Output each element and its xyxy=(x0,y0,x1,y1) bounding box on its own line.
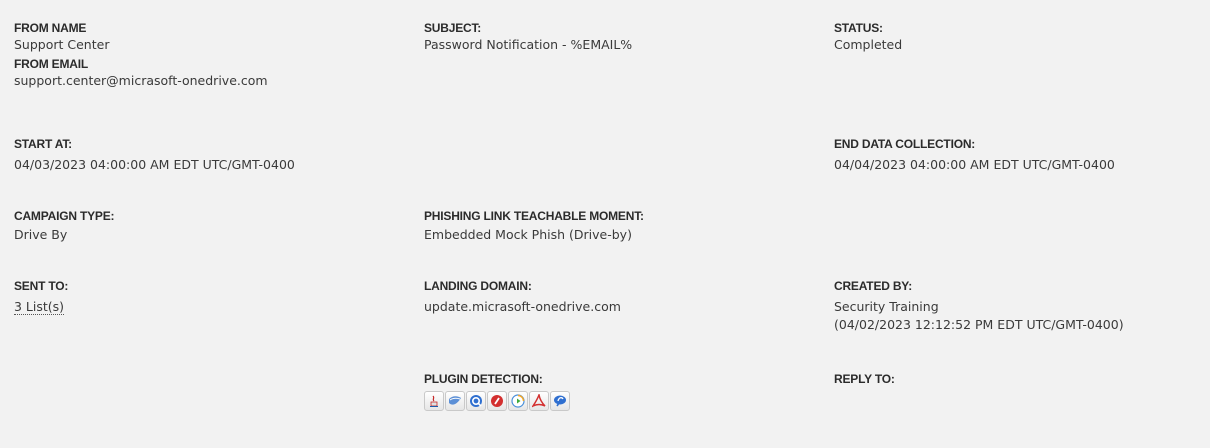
campaign-type-value: Drive By xyxy=(14,227,68,242)
subject-label: SUBJECT: xyxy=(424,21,482,35)
status-label: STATUS: xyxy=(834,21,883,35)
acrobat-icon xyxy=(529,391,549,411)
from-name-field: FROM NAME Support Center FROM EMAIL supp… xyxy=(14,20,394,90)
subject-field: SUBJECT: Password Notification - %EMAIL% xyxy=(424,20,804,54)
start-at-field: START AT: 04/03/2023 04:00:00 AM EDT UTC… xyxy=(14,136,394,174)
flash-icon xyxy=(550,391,570,411)
teachable-moment-label: PHISHING LINK TEACHABLE MOMENT: xyxy=(424,209,644,223)
teachable-moment-field: PHISHING LINK TEACHABLE MOMENT: Embedded… xyxy=(424,208,804,244)
shockwave-icon xyxy=(487,391,507,411)
created-by-field: CREATED BY: Security Training (04/02/202… xyxy=(834,278,1210,334)
quicktime-icon xyxy=(466,391,486,411)
sent-to-label: SENT TO: xyxy=(14,279,69,293)
from-email-label: FROM EMAIL xyxy=(14,57,88,71)
start-at-value: 04/03/2023 04:00:00 AM EDT UTC/GMT-0400 xyxy=(14,157,295,172)
created-by-label: CREATED BY: xyxy=(834,279,913,293)
teachable-moment-value: Embedded Mock Phish (Drive-by) xyxy=(424,227,632,242)
start-at-label: START AT: xyxy=(14,137,72,151)
plugin-detection-label: PLUGIN DETECTION: xyxy=(424,372,543,386)
status-field: STATUS: Completed xyxy=(834,20,1210,54)
from-name-label: FROM NAME xyxy=(14,21,87,35)
end-data-collection-value: 04/04/2023 04:00:00 AM EDT UTC/GMT-0400 xyxy=(834,157,1115,172)
campaign-type-label: CAMPAIGN TYPE: xyxy=(14,209,115,223)
end-data-collection-label: END DATA COLLECTION: xyxy=(834,137,976,151)
status-value: Completed xyxy=(834,37,903,52)
reply-to-field: REPLY TO: xyxy=(834,371,1210,387)
end-data-collection-field: END DATA COLLECTION: 04/04/2023 04:00:00… xyxy=(834,136,1210,174)
from-email-value: support.center@micrasoft-onedrive.com xyxy=(14,73,268,88)
landing-domain-label: LANDING DOMAIN: xyxy=(424,279,532,293)
plugin-detection-field: PLUGIN DETECTION: xyxy=(424,371,804,411)
landing-domain-value: update.micrasoft-onedrive.com xyxy=(424,299,621,314)
plugin-icon-row xyxy=(424,391,804,411)
created-by-date: (04/02/2023 12:12:52 PM EDT UTC/GMT-0400… xyxy=(834,317,1124,332)
from-name-value: Support Center xyxy=(14,37,110,52)
silverlight-icon xyxy=(445,391,465,411)
campaign-summary-panel: FROM NAME Support Center FROM EMAIL supp… xyxy=(0,0,1210,448)
windows-media-icon xyxy=(508,391,528,411)
landing-domain-field: LANDING DOMAIN: update.micrasoft-onedriv… xyxy=(424,278,804,316)
sent-to-field: SENT TO: 3 List(s) xyxy=(14,278,394,316)
created-by-value: Security Training xyxy=(834,299,939,314)
campaign-type-field: CAMPAIGN TYPE: Drive By xyxy=(14,208,394,244)
subject-value: Password Notification - %EMAIL% xyxy=(424,37,633,52)
sent-to-lists-link[interactable]: 3 List(s) xyxy=(14,299,65,315)
java-icon xyxy=(424,391,444,411)
reply-to-label: REPLY TO: xyxy=(834,372,895,386)
